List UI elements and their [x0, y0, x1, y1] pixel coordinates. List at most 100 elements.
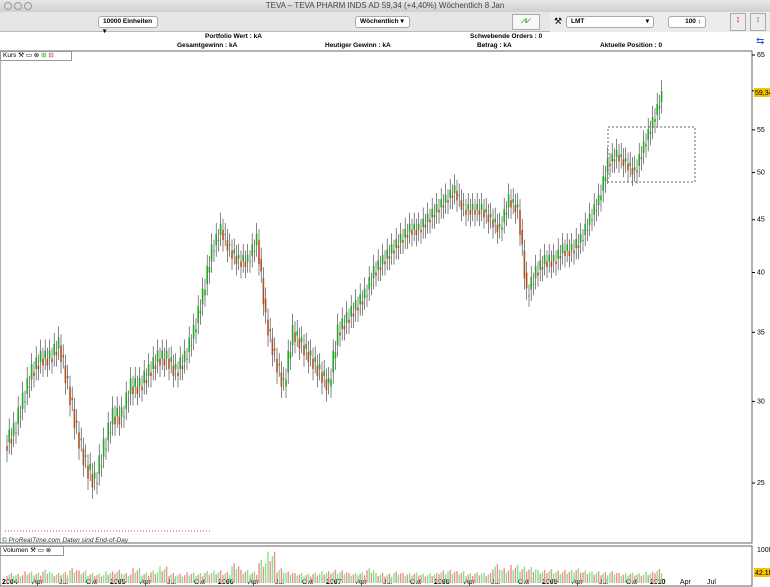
volume-bar: [44, 569, 46, 583]
volume-bar: [28, 573, 31, 583]
volume-bar: [354, 573, 357, 583]
volume-bar: [368, 568, 370, 583]
candle-body: [84, 455, 87, 457]
candle-body: [267, 319, 269, 336]
volume-bar: [91, 573, 94, 583]
candle-body: [429, 219, 431, 223]
volume-bar: [201, 576, 204, 583]
volume-bar: [8, 574, 10, 583]
candle-body: [222, 229, 224, 241]
candle-body: [73, 408, 76, 429]
candle-body: [188, 337, 190, 352]
volume-bar: [388, 573, 391, 583]
volume-bar: [343, 574, 346, 583]
candle-body: [402, 240, 404, 243]
volume-bar: [204, 572, 206, 583]
window-icon[interactable]: ▭: [38, 547, 44, 554]
close-icon[interactable]: ⊗: [34, 52, 39, 59]
volume-bar: [210, 572, 213, 583]
candle-body: [249, 261, 251, 263]
candle-body: [613, 159, 616, 162]
volume-bar: [84, 570, 87, 583]
candle-body: [251, 244, 253, 257]
candle-body: [197, 306, 199, 323]
candle-body: [345, 312, 348, 323]
candle-body: [314, 357, 316, 363]
candle-body: [539, 260, 541, 270]
close-icon[interactable]: ⊗: [46, 547, 51, 554]
volume-bar: [10, 573, 13, 583]
candle-body: [190, 345, 193, 347]
candle-body: [557, 249, 559, 259]
candle-body: [591, 219, 593, 221]
wrench-icon[interactable]: ⚒: [30, 547, 36, 554]
volume-bar: [123, 574, 125, 583]
volume-bar: [143, 574, 145, 583]
candle-body: [195, 329, 197, 333]
volume-bar: [631, 572, 634, 583]
volume-bar: [615, 572, 618, 583]
volume-bar: [26, 574, 28, 583]
zoom-in-icon[interactable]: ⊞: [41, 52, 46, 59]
volume-bar: [222, 575, 224, 583]
volume-bar: [352, 574, 355, 583]
volume-bar: [449, 569, 451, 583]
candle-body: [341, 318, 343, 330]
volume-bar: [242, 573, 244, 583]
candle-body: [458, 194, 460, 196]
volume-bar: [595, 573, 598, 583]
candle-body: [478, 209, 481, 215]
candle-body: [152, 357, 154, 369]
candle-body: [386, 249, 388, 259]
volume-bar: [289, 574, 292, 583]
volume-bar: [469, 573, 472, 583]
candle-body: [264, 298, 267, 313]
volume-bar: [107, 574, 109, 583]
candle-body: [62, 355, 64, 358]
candle-body: [462, 204, 465, 206]
candle-body: [316, 365, 319, 376]
candle-body: [312, 358, 314, 369]
candle-body: [654, 119, 656, 122]
candle-body: [296, 331, 298, 336]
candle-body: [159, 358, 161, 366]
volume-bar: [298, 574, 301, 583]
volume-bar: [129, 574, 132, 583]
candle-body: [134, 378, 136, 387]
candle-body: [15, 432, 17, 434]
candle-body: [442, 205, 445, 208]
candle-body: [456, 190, 458, 201]
zoom-out-icon[interactable]: ⊟: [48, 52, 53, 59]
candle-body: [422, 218, 424, 228]
volume-bar: [512, 570, 514, 583]
candle-body: [255, 233, 258, 246]
candle-body: [132, 386, 134, 394]
volume-bar: [539, 573, 541, 583]
candle-body: [321, 372, 323, 384]
candle-body: [537, 272, 539, 276]
candle-body: [411, 229, 413, 235]
volume-bar: [219, 570, 222, 583]
candle-body: [575, 239, 577, 248]
candle-body: [640, 157, 643, 160]
candle-body: [71, 397, 73, 400]
volume-bar: [73, 572, 76, 583]
y-tick-label: 40: [757, 270, 765, 277]
window-icon[interactable]: ▭: [26, 52, 32, 59]
candle-body: [474, 209, 476, 215]
volume-bar: [188, 575, 190, 583]
candle-body: [294, 332, 296, 343]
volume-bar: [300, 573, 303, 583]
volume-bar: [244, 571, 247, 583]
volume-bar: [584, 570, 586, 583]
volume-bar: [381, 573, 384, 583]
candle-body: [177, 372, 179, 376]
wrench-icon[interactable]: ⚒: [18, 52, 24, 59]
volume-bar: [447, 571, 449, 583]
price-chart[interactable]: 2530354045505560652004AprJulOkt2005AprJu…: [0, 0, 770, 587]
candle-body: [451, 195, 454, 198]
volume-bar: [453, 571, 456, 583]
candle-body: [384, 261, 386, 265]
volume-bar: [57, 573, 60, 583]
volume-bar: [118, 569, 121, 583]
